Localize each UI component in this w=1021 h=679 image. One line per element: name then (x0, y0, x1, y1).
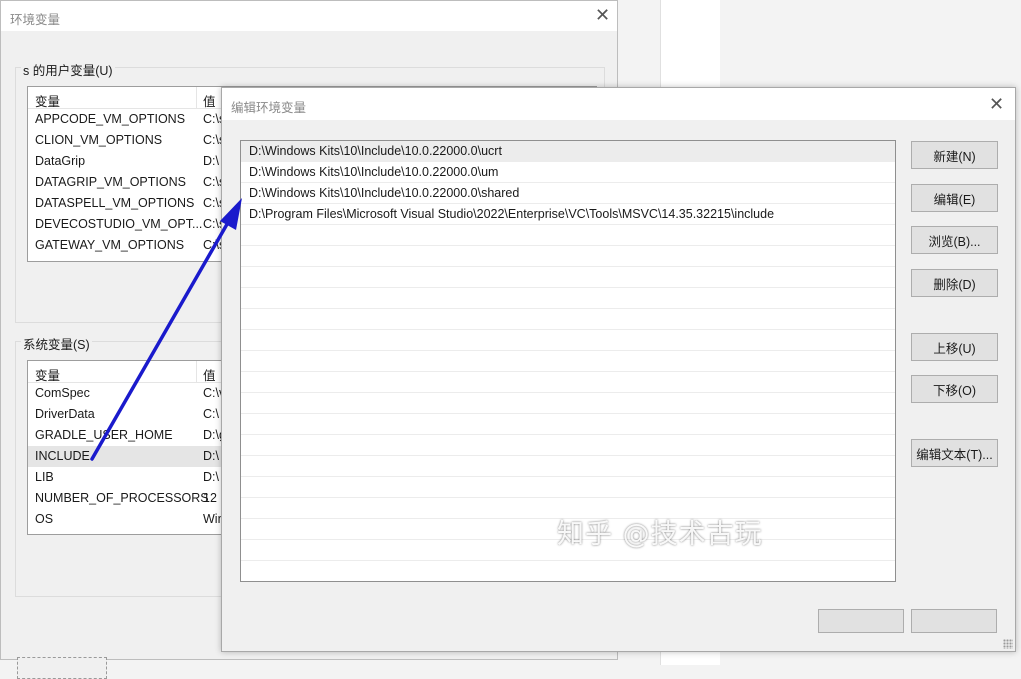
column-header-value[interactable]: 值 (203, 91, 216, 110)
var-value: 12 (203, 491, 217, 505)
empty-row[interactable] (241, 456, 895, 477)
var-name: GATEWAY_VM_OPTIONS (35, 238, 185, 252)
edit-env-var-dialog: 编辑环境变量 ✕ D:\Windows Kits\10\Include\10.0… (221, 87, 1016, 652)
edit-text-button[interactable]: 编辑文本(T)... (911, 439, 998, 467)
new-button[interactable]: 新建(N) (911, 141, 998, 169)
list-item[interactable]: D:\Program Files\Microsoft Visual Studio… (241, 204, 895, 225)
close-icon[interactable]: ✕ (595, 7, 610, 25)
watermark: 知乎 @技术古玩 (557, 519, 763, 550)
empty-row[interactable] (241, 288, 895, 309)
column-header-variable[interactable]: 变量 (35, 365, 60, 384)
empty-row[interactable] (241, 225, 895, 246)
path-text: D:\Program Files\Microsoft Visual Studio… (249, 207, 775, 221)
empty-row[interactable] (241, 246, 895, 267)
empty-row[interactable] (241, 372, 895, 393)
env-dialog-title: 环境变量 (10, 13, 61, 27)
user-vars-label: s 的用户变量(U) (21, 60, 115, 79)
move-up-button[interactable]: 上移(U) (911, 333, 998, 361)
empty-row[interactable] (241, 330, 895, 351)
var-name: DriverData (35, 407, 95, 421)
list-item[interactable]: D:\Windows Kits\10\Include\10.0.22000.0\… (241, 162, 895, 183)
empty-row[interactable] (241, 561, 895, 581)
path-text: D:\Windows Kits\10\Include\10.0.22000.0\… (249, 186, 520, 200)
empty-row[interactable] (241, 309, 895, 330)
edit-titlebar: 编辑环境变量 ✕ (222, 88, 1015, 120)
system-vars-label: 系统变量(S) (21, 334, 92, 353)
browse-button[interactable]: 浏览(B)... (911, 226, 998, 254)
var-name: DEVECOSTUDIO_VM_OPT... (35, 217, 203, 231)
empty-row[interactable] (241, 414, 895, 435)
list-item[interactable]: D:\Windows Kits\10\Include\10.0.22000.0\… (241, 141, 895, 162)
cancel-button[interactable] (911, 609, 997, 633)
env-titlebar: 环境变量 ✕ (1, 1, 617, 31)
var-name: LIB (35, 470, 54, 484)
empty-row[interactable] (241, 267, 895, 288)
var-name: INCLUDE (35, 449, 90, 463)
hidden-button[interactable] (17, 657, 107, 679)
empty-row[interactable] (241, 435, 895, 456)
ok-button[interactable] (818, 609, 904, 633)
var-name: ComSpec (35, 386, 90, 400)
var-name: OS (35, 512, 54, 526)
edit-dialog-title: 编辑环境变量 (231, 101, 307, 115)
move-down-button[interactable]: 下移(O) (911, 375, 998, 403)
var-name: DataGrip (35, 154, 86, 168)
column-header-value[interactable]: 值 (203, 365, 216, 384)
var-name: DATASPELL_VM_OPTIONS (35, 196, 195, 210)
var-name: CLION_VM_OPTIONS (35, 133, 163, 147)
var-value: D:\ (203, 154, 219, 168)
edit-button[interactable]: 编辑(E) (911, 184, 998, 212)
column-header-variable[interactable]: 变量 (35, 91, 60, 110)
list-item[interactable]: D:\Windows Kits\10\Include\10.0.22000.0\… (241, 183, 895, 204)
delete-button[interactable]: 删除(D) (911, 269, 998, 297)
path-text: D:\Windows Kits\10\Include\10.0.22000.0\… (249, 165, 499, 179)
close-icon[interactable]: ✕ (989, 96, 1004, 114)
var-name: GRADLE_USER_HOME (35, 428, 173, 442)
var-name: APPCODE_VM_OPTIONS (35, 112, 186, 126)
var-value: D:\ (203, 470, 219, 484)
empty-row[interactable] (241, 477, 895, 498)
empty-row[interactable] (241, 351, 895, 372)
var-value: C:\ (203, 407, 219, 421)
var-value: D:\ (203, 449, 219, 463)
resize-grip-icon[interactable] (1003, 639, 1013, 649)
empty-row[interactable] (241, 393, 895, 414)
var-name: NUMBER_OF_PROCESSORS (35, 491, 209, 505)
var-name: DATAGRIP_VM_OPTIONS (35, 175, 186, 189)
path-text: D:\Windows Kits\10\Include\10.0.22000.0\… (249, 144, 502, 158)
